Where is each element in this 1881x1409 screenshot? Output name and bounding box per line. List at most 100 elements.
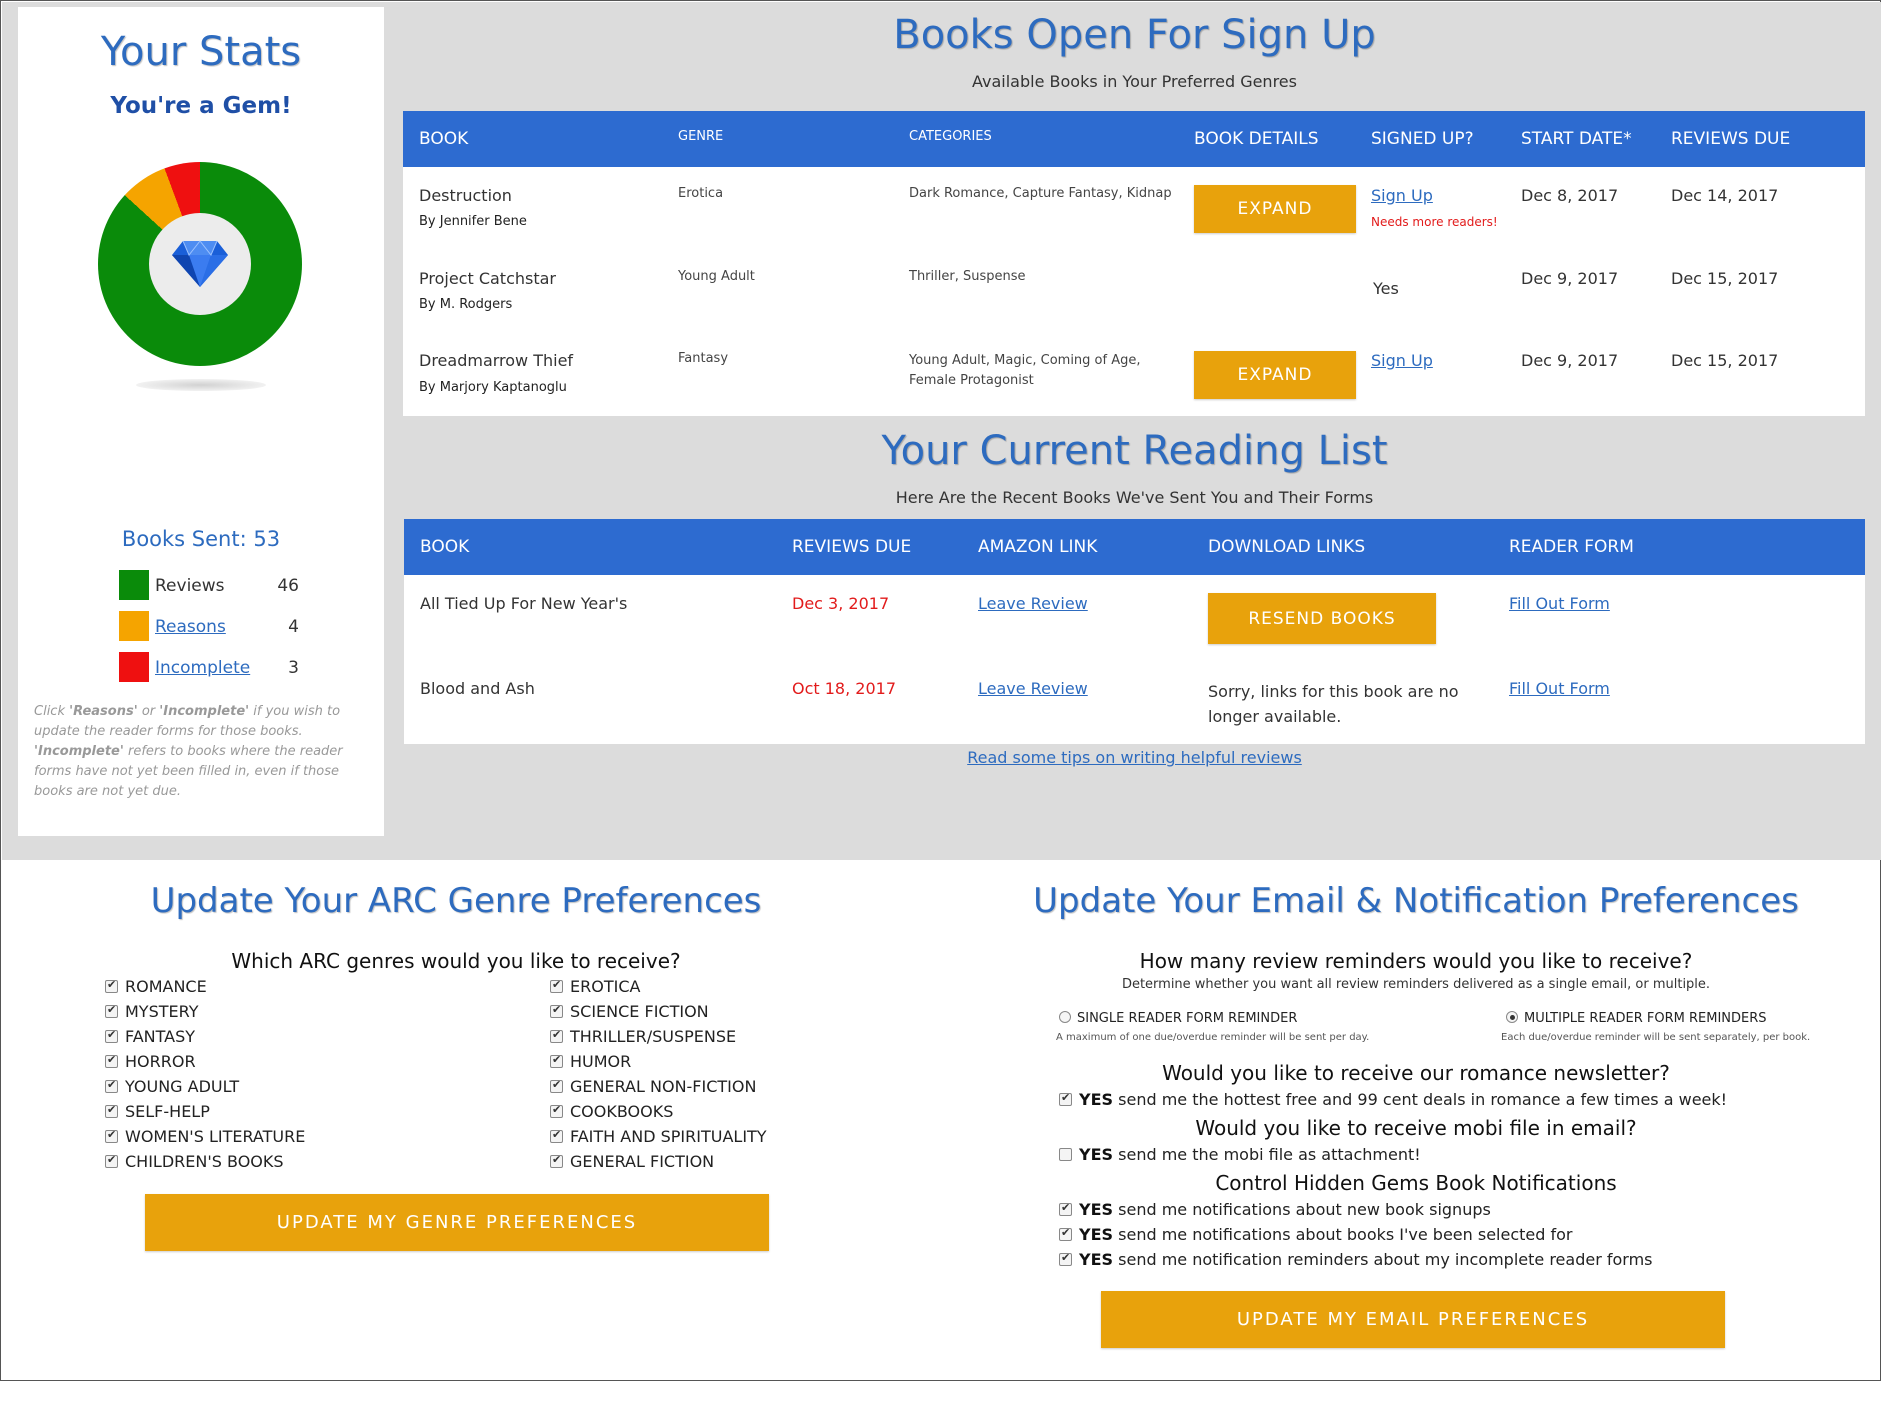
- checkbox[interactable]: [1059, 1201, 1072, 1216]
- genre-checkbox-general-fiction[interactable]: GENERAL FICTION: [550, 1152, 714, 1174]
- signup-table: BOOK GENRE CATEGORIES BOOK DETAILS SIGNE…: [403, 111, 1865, 416]
- genre-checkbox-mystery[interactable]: MYSTERY: [105, 1002, 198, 1024]
- expand-button[interactable]: EXPAND: [1194, 185, 1356, 233]
- signup-categories: Dark Romance, Capture Fantasy, Kidnap: [909, 186, 1172, 201]
- checkbox[interactable]: [1059, 1148, 1072, 1161]
- genre-checkbox-childrens-books[interactable]: CHILDREN'S BOOKS: [105, 1152, 284, 1174]
- stats-title: Your Stats: [100, 29, 302, 75]
- checkbox-label: HORROR: [125, 1052, 196, 1071]
- checkbox[interactable]: [105, 1153, 118, 1168]
- checkbox[interactable]: [1059, 1091, 1072, 1106]
- legend-incomplete: Incomplete 3: [119, 652, 299, 682]
- note-emph: 'Incomplete': [34, 744, 124, 759]
- col-amazon-link: AMAZON LINK: [978, 537, 1098, 557]
- sign-up-link[interactable]: Sign Up: [1371, 186, 1433, 205]
- fill-out-form-link[interactable]: Fill Out Form: [1509, 594, 1610, 613]
- sign-up-link[interactable]: Sign Up: [1371, 351, 1433, 370]
- checkbox[interactable]: [105, 1053, 118, 1068]
- checkbox[interactable]: [1059, 1251, 1072, 1266]
- genre-question: Which ARC genres would you like to recei…: [231, 949, 681, 973]
- radio-label: MULTIPLE READER FORM REMINDERS: [1524, 1011, 1767, 1026]
- signup-book-author: By Jennifer Bene: [419, 214, 527, 229]
- checkbox-label: HUMOR: [570, 1052, 632, 1071]
- review-tips-link[interactable]: Read some tips on writing helpful review…: [402, 748, 1867, 767]
- legend-reasons: Reasons 4: [119, 611, 299, 641]
- signup-genre: Fantasy: [678, 351, 729, 366]
- radio-button[interactable]: [1059, 1011, 1071, 1023]
- genre-checkbox-thriller[interactable]: THRILLER/SUSPENSE: [550, 1027, 736, 1049]
- checkbox[interactable]: [550, 1053, 563, 1068]
- yes-label: YES: [1079, 1250, 1114, 1269]
- checkbox[interactable]: [105, 1128, 118, 1143]
- note-text: or: [137, 704, 160, 719]
- dashboard-top: Your Stats You're a Gem! Books Sent: 53: [2, 2, 1881, 860]
- signup-start-date: Dec 8, 2017: [1521, 186, 1619, 205]
- col-reader-form: READER FORM: [1509, 537, 1634, 557]
- legend-link-reasons[interactable]: Reasons: [155, 617, 226, 637]
- single-reminder-option[interactable]: SINGLE READER FORM REMINDER: [1059, 1011, 1297, 1026]
- signup-reviews-due: Dec 15, 2017: [1671, 351, 1779, 370]
- update-email-preferences-button[interactable]: UPDATE MY EMAIL PREFERENCES: [1101, 1291, 1725, 1348]
- genre-checkbox-erotica[interactable]: EROTICA: [550, 977, 640, 999]
- checkbox[interactable]: [105, 1078, 118, 1093]
- signup-book-author: By Marjory Kaptanoglu: [419, 380, 567, 395]
- checkbox[interactable]: [550, 1028, 563, 1043]
- newsletter-checkbox[interactable]: YES send me the hottest free and 99 cent…: [1059, 1090, 1727, 1112]
- update-genre-preferences-button[interactable]: UPDATE MY GENRE PREFERENCES: [145, 1194, 769, 1251]
- genre-checkbox-humor[interactable]: HUMOR: [550, 1052, 631, 1074]
- checkbox-label: send me notifications about books I've b…: [1118, 1225, 1573, 1244]
- checkbox[interactable]: [550, 1103, 563, 1118]
- checkbox-label: FAITH AND SPIRITUALITY: [570, 1127, 767, 1146]
- reading-due-date: Oct 18, 2017: [792, 679, 896, 698]
- genre-checkbox-self-help[interactable]: SELF-HELP: [105, 1102, 210, 1124]
- col-start-date: START DATE*: [1521, 129, 1632, 149]
- genre-checkbox-science-fiction[interactable]: SCIENCE FICTION: [550, 1002, 709, 1024]
- checkbox[interactable]: [550, 1078, 563, 1093]
- genre-checkbox-faith-spirituality[interactable]: FAITH AND SPIRITUALITY: [550, 1127, 767, 1149]
- checkbox-label: SELF-HELP: [125, 1102, 210, 1121]
- fill-out-form-link[interactable]: Fill Out Form: [1509, 679, 1610, 698]
- checkbox[interactable]: [105, 1028, 118, 1043]
- checkbox[interactable]: [105, 1103, 118, 1118]
- note-emph: 'Reasons': [69, 704, 138, 719]
- genre-checkbox-cookbooks[interactable]: COOKBOOKS: [550, 1102, 673, 1124]
- resend-books-button[interactable]: RESEND BOOKS: [1208, 593, 1436, 644]
- signup-start-date: Dec 9, 2017: [1521, 269, 1619, 288]
- radio-button[interactable]: [1506, 1011, 1518, 1023]
- checkbox[interactable]: [105, 978, 118, 993]
- multiple-reminder-option[interactable]: MULTIPLE READER FORM REMINDERS: [1506, 1011, 1767, 1026]
- genre-checkbox-horror[interactable]: HORROR: [105, 1052, 196, 1074]
- genre-checkbox-general-non-fiction[interactable]: GENERAL NON-FICTION: [550, 1077, 756, 1099]
- checkbox-label: GENERAL NON-FICTION: [570, 1077, 757, 1096]
- reading-due-date: Dec 3, 2017: [792, 594, 890, 613]
- legend-count-incomplete: 3: [288, 658, 299, 678]
- radio-label: SINGLE READER FORM REMINDER: [1077, 1011, 1298, 1026]
- genre-checkbox-womens-literature[interactable]: WOMEN'S LITERATURE: [105, 1127, 305, 1149]
- newsletter-question: Would you like to receive our romance ne…: [1162, 1061, 1670, 1085]
- checkbox[interactable]: [550, 1153, 563, 1168]
- checkbox[interactable]: [550, 978, 563, 993]
- legend-label-reviews: Reviews: [155, 576, 225, 596]
- mobi-checkbox[interactable]: YES send me the mobi file as attachment!: [1059, 1145, 1421, 1167]
- genre-checkbox-romance[interactable]: ROMANCE: [105, 977, 207, 999]
- stats-subtitle: You're a Gem!: [110, 93, 292, 119]
- leave-review-link[interactable]: Leave Review: [978, 594, 1088, 613]
- genre-checkbox-young-adult[interactable]: YOUNG ADULT: [105, 1077, 239, 1099]
- expand-button[interactable]: EXPAND: [1194, 351, 1356, 399]
- signup-book-title: Project Catchstar: [419, 269, 557, 288]
- genre-checkbox-fantasy[interactable]: FANTASY: [105, 1027, 195, 1049]
- signup-book-title: Dreadmarrow Thief: [419, 351, 574, 370]
- notif-selected-checkbox[interactable]: YES send me notifications about books I'…: [1059, 1225, 1573, 1247]
- checkbox-label: ROMANCE: [125, 977, 207, 996]
- legend-link-incomplete[interactable]: Incomplete: [155, 658, 250, 678]
- notif-new-signups-checkbox[interactable]: YES send me notifications about new book…: [1059, 1200, 1491, 1222]
- notif-incomplete-checkbox[interactable]: YES send me notification reminders about…: [1059, 1250, 1653, 1272]
- checkbox[interactable]: [1059, 1226, 1072, 1241]
- page-frame: Your Stats You're a Gem! Books Sent: 53: [0, 0, 1881, 1381]
- checkbox[interactable]: [550, 1128, 563, 1143]
- col-reviews-due: REVIEWS DUE: [792, 537, 912, 557]
- leave-review-link[interactable]: Leave Review: [978, 679, 1088, 698]
- checkbox[interactable]: [550, 1003, 563, 1018]
- checkbox[interactable]: [105, 1003, 118, 1018]
- checkbox-label: send me the hottest free and 99 cent dea…: [1118, 1090, 1728, 1109]
